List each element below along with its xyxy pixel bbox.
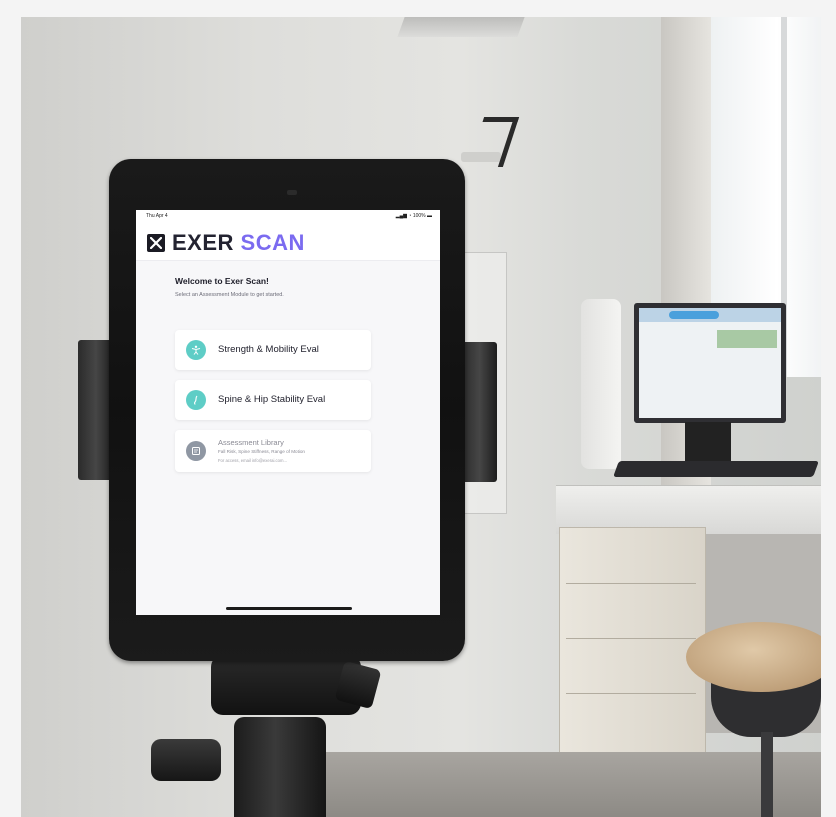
tripod-post [234, 717, 326, 817]
library-icon [186, 441, 206, 461]
spine-icon [186, 390, 206, 410]
app-logo-text: EXER SCAN [172, 230, 305, 256]
tablet-clamp-right [462, 342, 497, 482]
camera-icon [287, 190, 297, 195]
strength-mobility-card[interactable]: Strength & Mobility Eval [175, 330, 371, 370]
home-indicator[interactable] [226, 607, 352, 610]
signal-icon: ▂▄▆ ◔ [395, 213, 413, 219]
person-stretch-icon [186, 340, 206, 360]
cabinet-drawer [566, 638, 696, 639]
battery-percent: 100% [412, 213, 426, 219]
welcome-subtitle: Select an Assessment Module to get start… [175, 292, 284, 298]
assessment-library-card[interactable]: Assessment Library Fall Risk, Spine Stif… [175, 430, 371, 472]
status-bar: Thu Apr 4 ▂▄▆ ◔ 100% ▬ [136, 210, 440, 222]
file-cabinet [559, 527, 706, 764]
brand-accent: SCAN [240, 230, 305, 255]
photo-frame: Thu Apr 4 ▂▄▆ ◔ 100% ▬ EXER SCAN Welcome… [21, 17, 821, 817]
welcome-title: Welcome to Exer Scan! [175, 276, 269, 286]
tablet-screen: Thu Apr 4 ▂▄▆ ◔ 100% ▬ EXER SCAN Welcome… [136, 210, 440, 615]
card-label: Spine & Hip Stability Eval [218, 394, 326, 405]
status-indicators: ▂▄▆ ◔ 100% ▬ [396, 213, 432, 219]
monitor-screen [639, 308, 781, 418]
brand-main: EXER [172, 230, 234, 255]
card-label: Strength & Mobility Eval [218, 344, 319, 355]
exer-logo-icon [147, 234, 165, 252]
tripod-knob [151, 739, 221, 781]
wall-phone [581, 299, 621, 469]
floor [321, 752, 821, 817]
monitor-panel [717, 330, 777, 348]
library-note: For access, email info@exerai.com... [218, 458, 287, 463]
cabinet-drawer [566, 583, 696, 584]
ceiling-edge [397, 17, 525, 37]
monitor-stand [685, 422, 731, 462]
keyboard [613, 461, 819, 477]
app-header: EXER SCAN [136, 222, 440, 261]
library-title: Assessment Library [218, 438, 284, 447]
monitor-pill [669, 311, 719, 319]
battery-icon: ▬ [427, 213, 432, 219]
status-time: Thu Apr 4 [146, 213, 168, 219]
cabinet-drawer [566, 693, 696, 694]
library-description: Fall Risk, Spine Stiffness, Range of Mot… [218, 449, 305, 454]
stool-leg [761, 732, 773, 817]
monitor [634, 303, 786, 423]
spine-hip-card[interactable]: Spine & Hip Stability Eval [175, 380, 371, 420]
